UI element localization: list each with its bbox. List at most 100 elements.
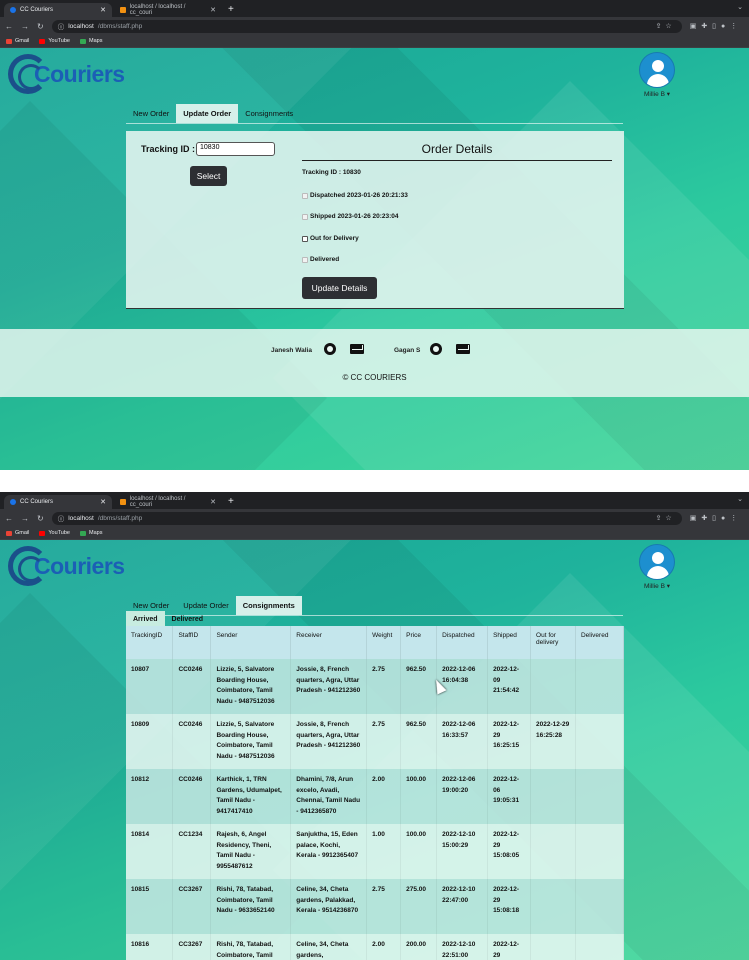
brand-logo[interactable]: Couriers [8,546,125,586]
cell-trackingid: 10812 [126,769,174,824]
col-header-shipped: Shipped [487,626,532,659]
bookmark-youtube[interactable]: YouTube [39,38,70,44]
extensions-icons[interactable]: ▣✚▯●⋮ [690,22,743,30]
tab-update-order[interactable]: Update Order [176,104,239,123]
cell-shipped: 2022-12-29 16:25:15 [487,714,532,769]
browser-tab-cc-couriers[interactable]: CC Couriers ✕ [4,495,112,509]
reload-icon[interactable]: ↻ [37,22,44,31]
close-tab-icon[interactable]: ✕ [210,498,216,506]
browser-chrome-1: CC Couriers ✕ localhost / localhost / cc_… [0,0,749,48]
new-tab-icon[interactable]: + [224,495,238,509]
table-row[interactable]: 10807 CC0246 Lizzie, 5, Salvatore Boarding… [126,659,625,714]
bookmark-gmail[interactable]: Gmail [6,530,29,536]
cell-receiver: Dhamini, 7/8, Arun excelo, Avadi, Chenna… [290,769,368,824]
site-favicon [10,499,16,505]
out-for-delivery-checkbox[interactable] [302,235,308,242]
github-icon[interactable] [430,343,442,355]
col-header-receiver: Receiver [290,626,368,659]
share-star-icons[interactable]: ⇪☆ [656,514,676,522]
tab-new-order[interactable]: New Order [126,104,176,123]
select-button[interactable]: Select [190,166,227,186]
cell-weight: 1.00 [366,824,402,879]
mail-icon[interactable] [350,344,364,354]
cell-shipped: 2022-12-29 15:08:05 [487,824,532,879]
update-details-button[interactable]: Update Details [302,277,377,299]
bookmark-gmail[interactable]: Gmail [6,38,29,44]
cell-delivered [575,824,625,879]
table-row[interactable]: 10812 CC0246 Karthick, 1, TRN Gardens, Udu… [126,769,625,824]
table-header-row: TrackingID StaffID Sender Receiver Weigh… [126,626,625,659]
cell-delivered [575,769,625,824]
browser-tab-phpmyadmin[interactable]: localhost / localhost / cc_couri ✕ [114,3,222,17]
close-tab-icon[interactable]: ✕ [100,6,106,14]
order-details-tracking-id: Tracking ID : 10830 [302,169,361,176]
close-tab-icon[interactable]: ✕ [210,6,216,14]
table-row[interactable]: 10815 CC3267 Rishi, 78, Tatabad, Coimbator… [126,879,625,934]
logo-rings-icon [8,546,48,586]
table-row[interactable]: 10816 CC3267 Rishi, 78, Tatabad, Coimbator… [126,934,625,960]
user-name[interactable]: Millie B ▾ [639,582,675,590]
tab-strip: CC Couriers ✕ localhost / localhost / cc_… [0,0,749,17]
cell-out-for-delivery: 2022-12-29 16:25:28 [530,714,576,769]
back-icon[interactable]: ← [5,22,13,31]
phpmyadmin-favicon [120,7,126,13]
tab-search-chevron-icon[interactable]: ⌄ [737,3,743,11]
brand-logo[interactable]: Couriers [8,54,125,94]
reload-icon[interactable]: ↻ [37,514,44,523]
tab-strip: CC Couriers ✕ localhost / localhost / cc_… [0,492,749,509]
address-bar[interactable]: ⓘ localhost/dbms/staff.php ⇪☆ [51,511,682,525]
bookmark-youtube[interactable]: YouTube [39,530,70,536]
cell-staffid: CC3267 [172,879,212,934]
col-header-weight: Weight [366,626,402,659]
address-bar[interactable]: ⓘ localhost/dbms/staff.php ⇪☆ [51,19,682,33]
extensions-icons[interactable]: ▣✚▯●⋮ [690,514,743,522]
bookmark-maps[interactable]: Maps [80,530,102,536]
step-dispatched: Dispatched 2023-01-26 20:21:33 [302,192,408,199]
step-out-for-delivery[interactable]: Out for Delivery [302,235,359,242]
browser-tab-cc-couriers[interactable]: CC Couriers ✕ [4,3,112,17]
cell-price: 200.00 [400,934,438,960]
share-star-icons[interactable]: ⇪☆ [656,22,676,30]
user-menu[interactable]: Millie B ▾ [639,544,675,590]
col-header-out-for-delivery: Out for delivery [530,626,576,659]
info-icon[interactable]: ⓘ [58,21,65,31]
tracking-id-input[interactable]: 10830 [196,142,275,156]
user-name[interactable]: Millie B ▾ [639,90,675,98]
user-menu[interactable]: Millie B ▾ [639,52,675,98]
copyright: © CC COURIERS [342,373,407,382]
cell-delivered [575,879,625,934]
gmail-icon [6,530,12,536]
toolbar: ← → ↻ ⓘ localhost/dbms/staff.php ⇪☆ ▣✚▯●… [0,509,749,527]
cell-price: 962.50 [400,714,438,769]
cell-sender: Rajesh, 6, Angel Residency, Theni, Tamil… [210,824,292,879]
step-shipped: Shipped 2023-01-26 20:23:04 [302,213,399,220]
info-icon[interactable]: ⓘ [58,513,65,523]
cell-trackingid: 10809 [126,714,174,769]
back-icon[interactable]: ← [5,514,13,523]
cell-trackingid: 10807 [126,659,174,714]
forward-icon[interactable]: → [21,514,29,523]
avatar-icon[interactable] [639,52,675,88]
shipped-checkbox [302,213,308,220]
mail-icon[interactable] [456,344,470,354]
new-tab-icon[interactable]: + [224,3,238,17]
consignments-table: TrackingID StaffID Sender Receiver Weigh… [126,626,625,960]
forward-icon[interactable]: → [21,22,29,31]
update-order-panel: Tracking ID : 10830 Select Order Details… [126,131,624,309]
cell-price: 100.00 [400,769,438,824]
close-tab-icon[interactable]: ✕ [100,498,106,506]
browser-tab-phpmyadmin[interactable]: localhost / localhost / cc_couri ✕ [114,495,222,509]
github-icon[interactable] [324,343,336,355]
tab-consignments[interactable]: Consignments [238,104,300,123]
cell-sender: Karthick, 1, TRN Gardens, Udumalpet, Tam… [210,769,292,824]
tab-consignments[interactable]: Consignments [235,596,302,615]
table-row[interactable]: 10814 CC1234 Rajesh, 6, Angel Residency, T… [126,824,625,879]
delivered-checkbox [302,256,308,263]
page-update-order: Couriers Millie B ▾ New Order Update Ord… [0,48,749,470]
cell-receiver: Jossie, 8, French quarters, Agra, Uttar … [290,659,368,714]
table-row[interactable]: 10809 CC0246 Lizzie, 5, Salvatore Boarding… [126,714,625,769]
tab-search-chevron-icon[interactable]: ⌄ [737,495,743,503]
cell-staffid: CC0246 [172,769,212,824]
bookmark-maps[interactable]: Maps [80,38,102,44]
avatar-icon[interactable] [639,544,675,580]
